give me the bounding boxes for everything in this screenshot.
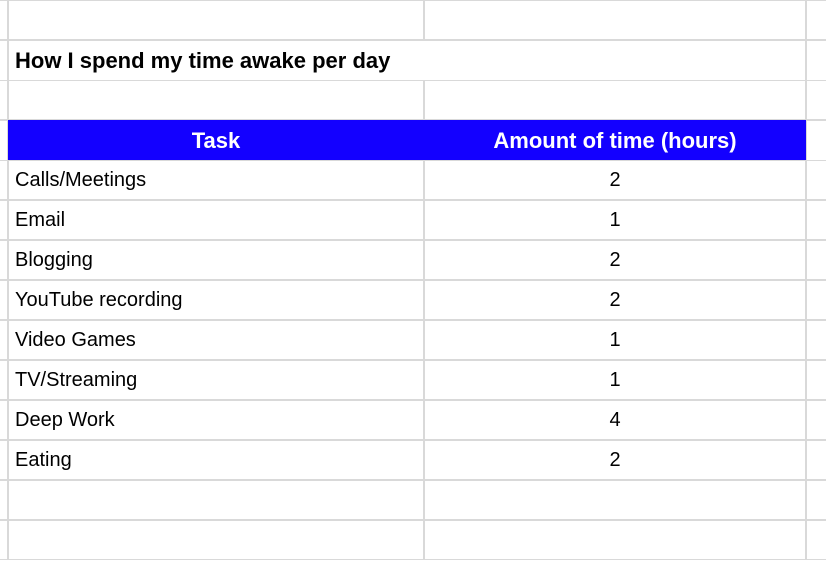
edge-cell xyxy=(806,40,826,82)
cell-text: YouTube recording xyxy=(15,289,183,312)
edge-cell xyxy=(806,520,826,560)
cell-text: 2 xyxy=(609,249,620,272)
sheet-title: How I spend my time awake per day xyxy=(15,48,390,74)
spreadsheet-grid[interactable]: How I spend my time awake per day Task A… xyxy=(0,0,826,560)
header-label: Task xyxy=(192,128,241,154)
table-cell-task[interactable]: Email xyxy=(8,200,424,240)
cell-text: Video Games xyxy=(15,329,136,352)
sheet-title-cell[interactable]: How I spend my time awake per day xyxy=(8,40,806,82)
empty-cell[interactable] xyxy=(424,520,806,560)
edge-cell xyxy=(0,40,8,82)
table-cell-amount[interactable]: 2 xyxy=(424,160,806,200)
edge-cell xyxy=(0,520,8,560)
edge-cell xyxy=(806,120,826,162)
table-cell-task[interactable]: Deep Work xyxy=(8,400,424,440)
header-label: Amount of time (hours) xyxy=(493,128,736,154)
edge-cell xyxy=(0,120,8,162)
table-cell-amount[interactable]: 2 xyxy=(424,240,806,280)
cell-text: 2 xyxy=(609,289,620,312)
table-cell-task[interactable]: Blogging xyxy=(8,240,424,280)
edge-cell xyxy=(806,240,826,280)
edge-cell xyxy=(806,160,826,200)
cell-text: 1 xyxy=(609,209,620,232)
table-cell-task[interactable]: Video Games xyxy=(8,320,424,360)
edge-cell xyxy=(0,400,8,440)
edge-cell xyxy=(806,440,826,480)
edge-cell xyxy=(0,200,8,240)
table-cell-amount[interactable]: 1 xyxy=(424,320,806,360)
edge-cell xyxy=(806,400,826,440)
table-cell-amount[interactable]: 2 xyxy=(424,280,806,320)
edge-cell xyxy=(0,360,8,400)
cell-text: 1 xyxy=(609,369,620,392)
cell-text: 1 xyxy=(609,329,620,352)
cell-text: Email xyxy=(15,209,65,232)
edge-cell xyxy=(0,240,8,280)
edge-cell xyxy=(0,80,8,120)
table-cell-task[interactable]: Eating xyxy=(8,440,424,480)
edge-cell xyxy=(806,200,826,240)
edge-cell xyxy=(806,80,826,120)
table-cell-amount[interactable]: 4 xyxy=(424,400,806,440)
table-cell-task[interactable]: Calls/Meetings xyxy=(8,160,424,200)
empty-cell[interactable] xyxy=(8,520,424,560)
cell-text: 4 xyxy=(609,409,620,432)
empty-cell[interactable] xyxy=(424,80,806,120)
column-header-task[interactable]: Task xyxy=(8,120,424,162)
edge-cell xyxy=(0,440,8,480)
empty-cell[interactable] xyxy=(424,480,806,520)
edge-cell xyxy=(806,280,826,320)
edge-cell xyxy=(0,160,8,200)
edge-cell xyxy=(0,320,8,360)
edge-cell xyxy=(806,0,826,40)
cell-text: Blogging xyxy=(15,249,93,272)
empty-cell[interactable] xyxy=(8,80,424,120)
edge-cell xyxy=(806,320,826,360)
table-cell-amount[interactable]: 1 xyxy=(424,200,806,240)
table-cell-task[interactable]: YouTube recording xyxy=(8,280,424,320)
edge-cell xyxy=(806,480,826,520)
edge-cell xyxy=(0,480,8,520)
cell-text: TV/Streaming xyxy=(15,369,137,392)
edge-cell xyxy=(0,280,8,320)
column-header-amount[interactable]: Amount of time (hours) xyxy=(424,120,806,162)
table-cell-amount[interactable]: 1 xyxy=(424,360,806,400)
edge-cell xyxy=(806,360,826,400)
table-cell-amount[interactable]: 2 xyxy=(424,440,806,480)
cell-text: Calls/Meetings xyxy=(15,169,146,192)
cell-text: Eating xyxy=(15,449,72,472)
empty-cell[interactable] xyxy=(8,0,424,40)
edge-cell xyxy=(0,0,8,40)
cell-text: 2 xyxy=(609,449,620,472)
empty-cell[interactable] xyxy=(8,480,424,520)
table-cell-task[interactable]: TV/Streaming xyxy=(8,360,424,400)
empty-cell[interactable] xyxy=(424,0,806,40)
cell-text: Deep Work xyxy=(15,409,115,432)
cell-text: 2 xyxy=(609,169,620,192)
